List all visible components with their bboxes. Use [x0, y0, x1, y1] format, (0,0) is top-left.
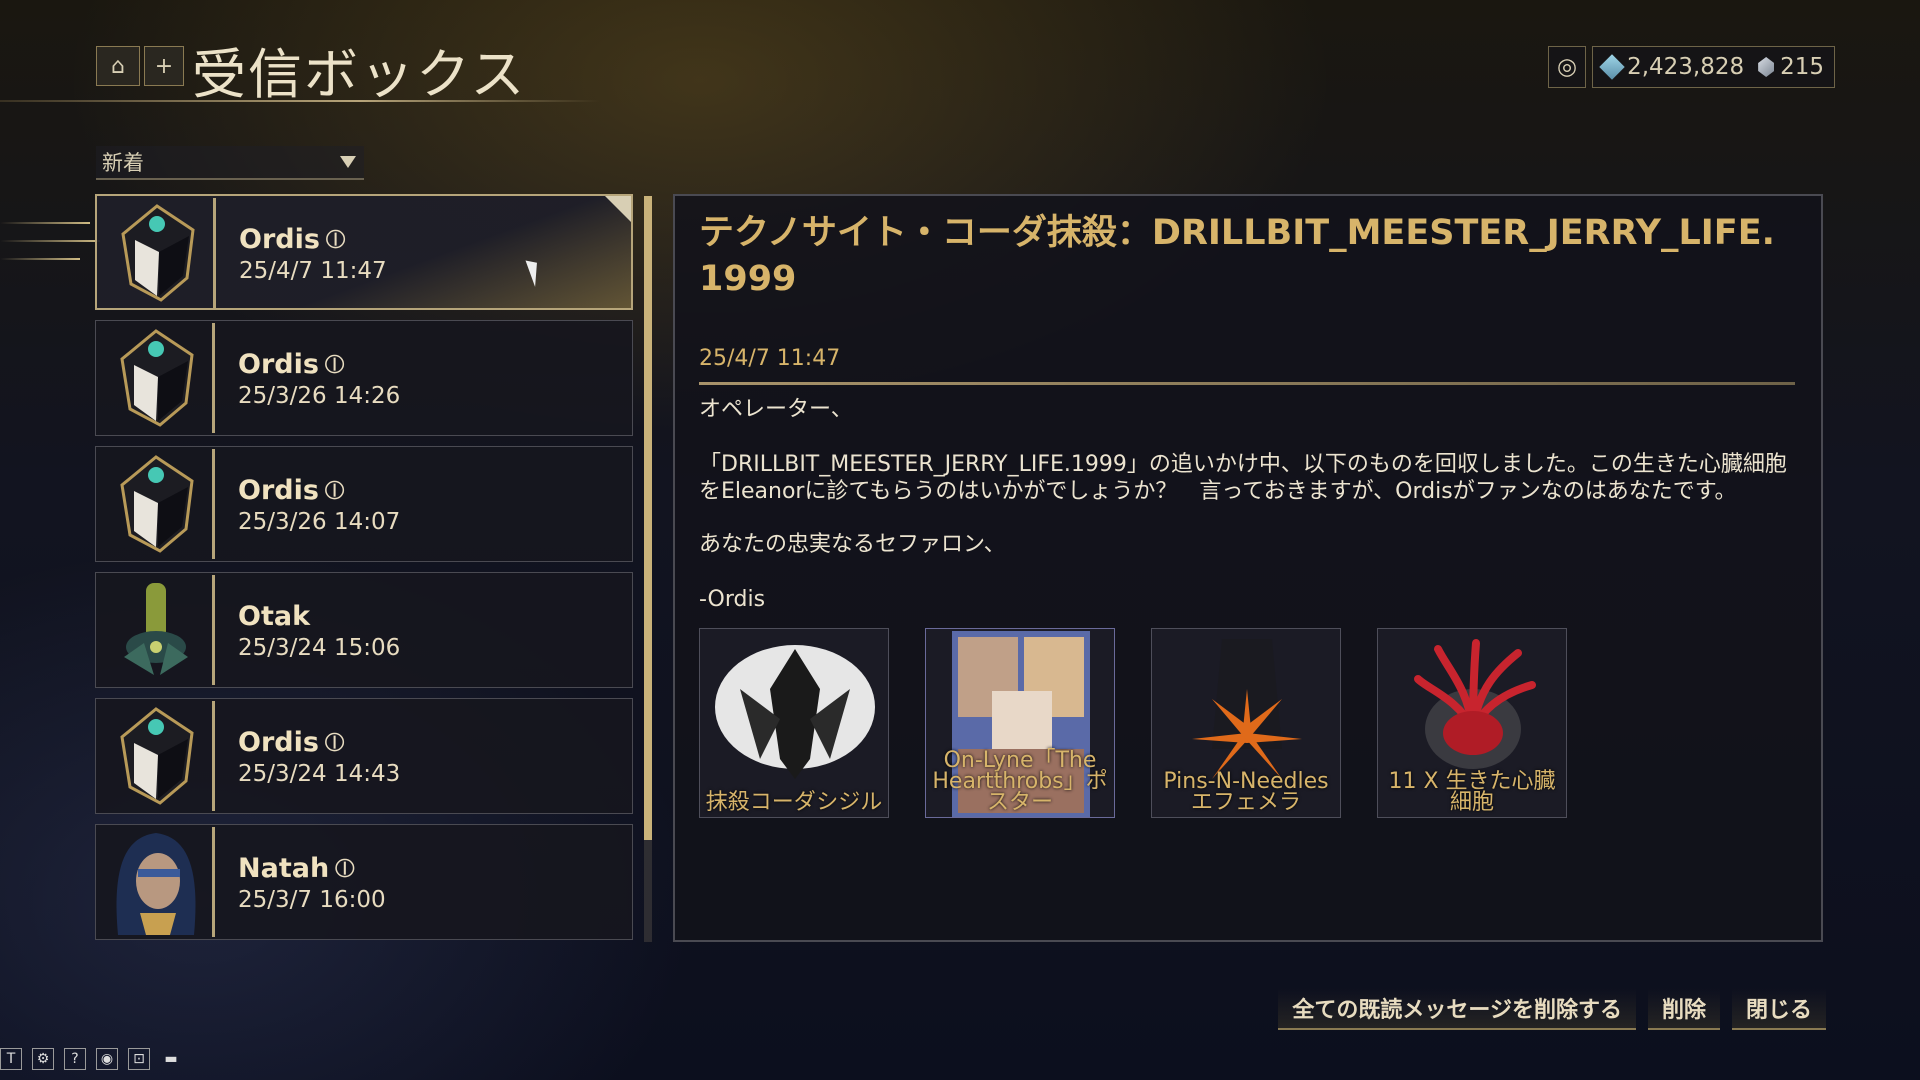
- message-greeting: オペレーター、: [699, 397, 853, 422]
- ordis-avatar: [121, 204, 195, 302]
- ordis-avatar: [120, 707, 194, 805]
- scrollbar-thumb[interactable]: [644, 196, 652, 840]
- platinum-icon: [1758, 57, 1775, 77]
- sort-selected: 新着: [102, 151, 144, 175]
- attachment-rewards: 抹殺コーダシジル On-Lyne「The Heartthrobs」ポスター Pi…: [699, 628, 1567, 818]
- selected-corner-marker: [605, 196, 631, 222]
- help-icon[interactable]: ?: [64, 1048, 86, 1070]
- message-item[interactable]: Ordis ⦶ 25/3/26 14:07: [95, 446, 633, 562]
- message-sender: Ordis: [238, 349, 319, 380]
- credits-icon: [1599, 54, 1625, 80]
- message-date: 25/3/7 16:00: [238, 887, 386, 913]
- message-detail-pane: テクノサイト・コーダ抹殺：DRILLBIT_MEESTER_JERRY_LIFE…: [673, 194, 1823, 942]
- ordis-avatar: [120, 329, 194, 427]
- attachment-icon: ⦶: [325, 224, 346, 255]
- ordis-avatar: [120, 455, 194, 553]
- credits-amount: 2,423,828: [1627, 54, 1745, 80]
- otak-avatar: [124, 583, 188, 675]
- wallet-panel: 2,423,828 215: [1592, 46, 1836, 88]
- reward-item[interactable]: 11 X 生きた心臓細胞: [1377, 628, 1567, 818]
- home-icon[interactable]: ⌂: [96, 46, 140, 86]
- message-date: 25/4/7 11:47: [239, 258, 387, 284]
- reward-label: 11 X 生きた心臓細胞: [1388, 769, 1556, 815]
- message-item[interactable]: Ordis ⦶ 25/3/26 14:26: [95, 320, 633, 436]
- close-button[interactable]: 閉じる: [1731, 988, 1826, 1030]
- text-chat-icon[interactable]: T: [0, 1048, 22, 1070]
- settings-icon[interactable]: ⚙: [32, 1048, 54, 1070]
- message-signature: -Ordis: [699, 587, 766, 612]
- message-date: 25/3/26 14:07: [238, 509, 401, 535]
- attachment-icon: ⦶: [324, 727, 345, 758]
- message-text: 「DRILLBIT_MEESTER_JERRY_LIFE.1999」の追いかけ中…: [699, 452, 1787, 504]
- message-date: 25/3/24 14:43: [238, 761, 401, 787]
- message-sender: Ordis: [239, 224, 320, 255]
- natah-avatar: [116, 833, 196, 935]
- detail-divider: [699, 382, 1795, 385]
- add-button[interactable]: +: [144, 46, 184, 86]
- reward-item[interactable]: Pins-N-Needles エフェメラ: [1151, 628, 1341, 818]
- message-date: 25/3/24 15:06: [238, 635, 401, 661]
- message-title: テクノサイト・コーダ抹殺：DRILLBIT_MEESTER_JERRY_LIFE…: [699, 213, 1775, 299]
- message-item[interactable]: Otak 25/3/24 15:06: [95, 572, 633, 688]
- message-sender: Natah: [238, 853, 330, 884]
- reward-label: On-Lyne「The Heartthrobs」ポスター: [932, 748, 1108, 815]
- message-detail-date: 25/4/7 11:47: [699, 346, 841, 371]
- message-closing: あなたの忠実なるセファロン、: [699, 532, 1006, 557]
- reward-label: 抹殺コーダシジル: [705, 790, 883, 815]
- message-body: オペレーター、 「DRILLBIT_MEESTER_JERRY_LIFE.199…: [699, 396, 1799, 641]
- message-sender: Otak: [238, 601, 311, 632]
- action-buttons: 全ての既読メッセージを削除する 削除 閉じる: [1278, 988, 1826, 1030]
- sort-dropdown[interactable]: 新着: [96, 146, 364, 180]
- message-sender: Ordis: [238, 475, 319, 506]
- attachment-icon: ⦶: [324, 349, 345, 380]
- minimize-icon[interactable]: ▬: [160, 1048, 182, 1070]
- currency-bar: ◎ 2,423,828 215: [1548, 46, 1836, 88]
- dropdown-arrow-icon: [340, 156, 356, 168]
- delete-all-read-button[interactable]: 全ての既読メッセージを削除する: [1278, 988, 1636, 1030]
- message-list: Ordis ⦶ 25/4/7 11:47 Ordis ⦶ 25/3/26 14:26…: [95, 194, 633, 942]
- message-sender: Ordis: [238, 727, 319, 758]
- codex-icon[interactable]: ◎: [1548, 46, 1587, 88]
- navigation-icon[interactable]: ◉: [96, 1048, 118, 1070]
- page-title: 受信ボックス: [192, 43, 527, 106]
- attachment-icon: ⦶: [324, 475, 345, 506]
- reward-label: Pins-N-Needles エフェメラ: [1163, 769, 1329, 815]
- footer-toolbar: T ⚙ ? ◉ ⊡ ▬: [0, 1048, 182, 1070]
- message-item[interactable]: Ordis ⦶ 25/3/24 14:43: [95, 698, 633, 814]
- fullscreen-icon[interactable]: ⊡: [128, 1048, 150, 1070]
- platinum-amount: 215: [1780, 54, 1825, 80]
- attachment-icon: ⦶: [335, 853, 355, 884]
- title-divider: [0, 100, 600, 102]
- message-date: 25/3/26 14:26: [238, 383, 401, 409]
- delete-button[interactable]: 削除: [1647, 988, 1720, 1030]
- reward-item[interactable]: On-Lyne「The Heartthrobs」ポスター: [925, 628, 1115, 818]
- reward-item[interactable]: 抹殺コーダシジル: [699, 628, 889, 818]
- message-item[interactable]: Natah ⦶ 25/3/7 16:00: [95, 824, 633, 940]
- message-item[interactable]: Ordis ⦶ 25/4/7 11:47: [95, 194, 633, 310]
